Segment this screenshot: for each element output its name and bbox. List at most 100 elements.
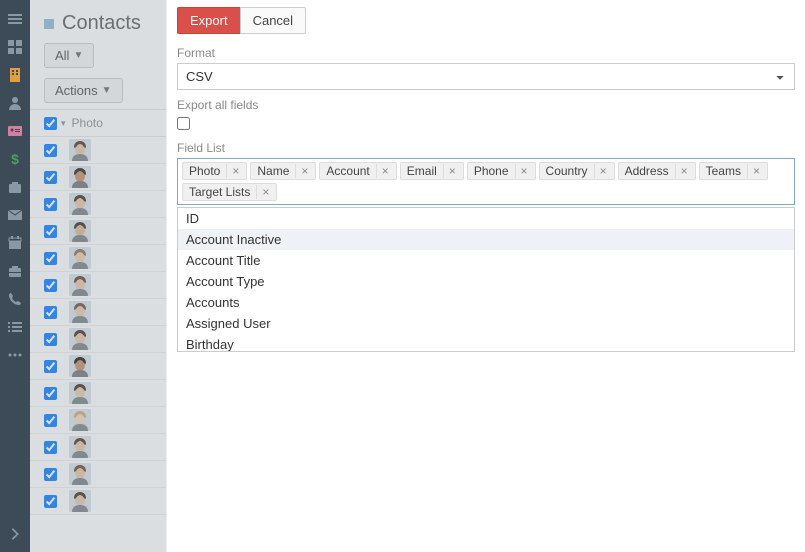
field-tag[interactable]: Address × [618,162,696,180]
field-tag[interactable]: Photo × [182,162,247,180]
field-tags[interactable]: Photo×Name×Account×Email×Phone×Country×A… [177,158,795,205]
field-tag[interactable]: Target Lists× [182,183,277,201]
field-tag[interactable]: Account× [319,162,396,180]
chevron-down-icon: ▼ [73,50,83,61]
tag-remove-icon[interactable]: × [675,164,693,178]
building-icon [7,67,23,83]
avatar [69,409,91,431]
avatar [69,328,91,350]
filter-label: All [55,48,69,63]
nav-accounts[interactable] [0,61,30,89]
dollar-icon: $ [7,151,23,167]
field-tag[interactable]: Phone × [467,162,536,180]
listbox-item[interactable]: Account Title [178,250,794,271]
avatar [69,301,91,323]
row-checkbox[interactable] [44,225,57,238]
row-checkbox[interactable] [44,279,57,292]
row-checkbox[interactable] [44,468,57,481]
tag-remove-icon[interactable]: × [295,164,313,178]
listbox-item[interactable]: Account Type [178,271,794,292]
nav-opportunities[interactable]: $ [0,145,30,173]
row-checkbox[interactable] [44,441,57,454]
export-button[interactable]: Export [177,7,241,34]
avatar [69,274,91,296]
avatar [69,193,91,215]
format-label: Format [177,46,795,60]
tag-label: Name [257,164,289,178]
listbox-item[interactable]: Assigned User [178,313,794,334]
tag-label: Country [546,164,588,178]
listbox-item[interactable]: Birthday [178,334,794,352]
nav-leads[interactable] [0,117,30,145]
envelope-icon [7,207,23,223]
tag-remove-icon[interactable]: × [256,185,274,199]
row-checkbox[interactable] [44,387,57,400]
title-marker [44,19,54,29]
row-checkbox[interactable] [44,306,57,319]
filter-dropdown[interactable]: All ▼ [44,43,94,68]
tag-label: Address [625,164,669,178]
avatar [69,382,91,404]
tag-remove-icon[interactable]: × [443,164,461,178]
list-icon [7,319,23,335]
nav-more[interactable] [0,341,30,369]
row-checkbox[interactable] [44,252,57,265]
tag-remove-icon[interactable]: × [515,164,533,178]
nav-tasks[interactable] [0,313,30,341]
briefcase2-icon [7,263,23,279]
export-all-checkbox[interactable] [177,117,190,130]
page-title: Contacts [62,12,141,35]
row-checkbox[interactable] [44,414,57,427]
listbox-item[interactable]: Account Inactive [178,229,794,250]
nav-meetings[interactable] [0,257,30,285]
avatar [69,436,91,458]
sidebar-expand[interactable] [0,520,30,548]
row-checkbox[interactable] [44,198,57,211]
listbox-item[interactable]: ID [178,208,794,229]
tag-label: Teams [706,164,741,178]
field-tag[interactable]: Teams × [699,162,768,180]
field-listbox[interactable]: IDAccount InactiveAccount TitleAccount T… [177,207,795,352]
row-checkbox[interactable] [44,495,57,508]
tag-remove-icon[interactable]: × [226,164,244,178]
nav-email[interactable] [0,201,30,229]
nav-contacts[interactable] [0,89,30,117]
tag-remove-icon[interactable]: × [376,164,394,178]
avatar [69,166,91,188]
menu-toggle[interactable] [0,5,30,33]
tag-label: Phone [474,164,509,178]
row-checkbox[interactable] [44,144,57,157]
row-checkbox[interactable] [44,360,57,373]
tag-label: Photo [189,164,220,178]
actions-dropdown[interactable]: Actions ▼ [44,78,123,103]
main: Contacts All ▼ Actions ▼ ▾ Photo [30,0,805,552]
nav-calls[interactable] [0,285,30,313]
nav-calendar[interactable] [0,229,30,257]
modal-header: Export Cancel [177,7,795,34]
nav-dashboard[interactable] [0,33,30,61]
cancel-button[interactable]: Cancel [240,7,306,34]
svg-text:$: $ [11,151,19,167]
tag-remove-icon[interactable]: × [594,164,612,178]
select-all-checkbox[interactable] [44,117,57,130]
field-tag[interactable]: Email× [400,162,464,180]
export-modal: Export Cancel Format CSV Export all fiel… [166,0,805,552]
field-list-label: Field List [177,141,795,155]
row-checkbox[interactable] [44,333,57,346]
format-select[interactable]: CSV [177,63,795,90]
actions-label: Actions [55,83,98,98]
field-tag[interactable]: Country × [539,162,615,180]
tag-remove-icon[interactable]: × [747,164,765,178]
nav-cases[interactable] [0,173,30,201]
listbox-item[interactable]: Accounts [178,292,794,313]
menu-icon [7,11,23,27]
field-tag[interactable]: Name × [250,162,316,180]
avatar [69,247,91,269]
photo-column-header: Photo [72,116,103,130]
avatar [69,490,91,512]
id-card-icon [7,123,23,139]
avatar [69,355,91,377]
row-checkbox[interactable] [44,171,57,184]
export-all-label: Export all fields [177,98,795,112]
chevron-right-icon [8,527,22,541]
